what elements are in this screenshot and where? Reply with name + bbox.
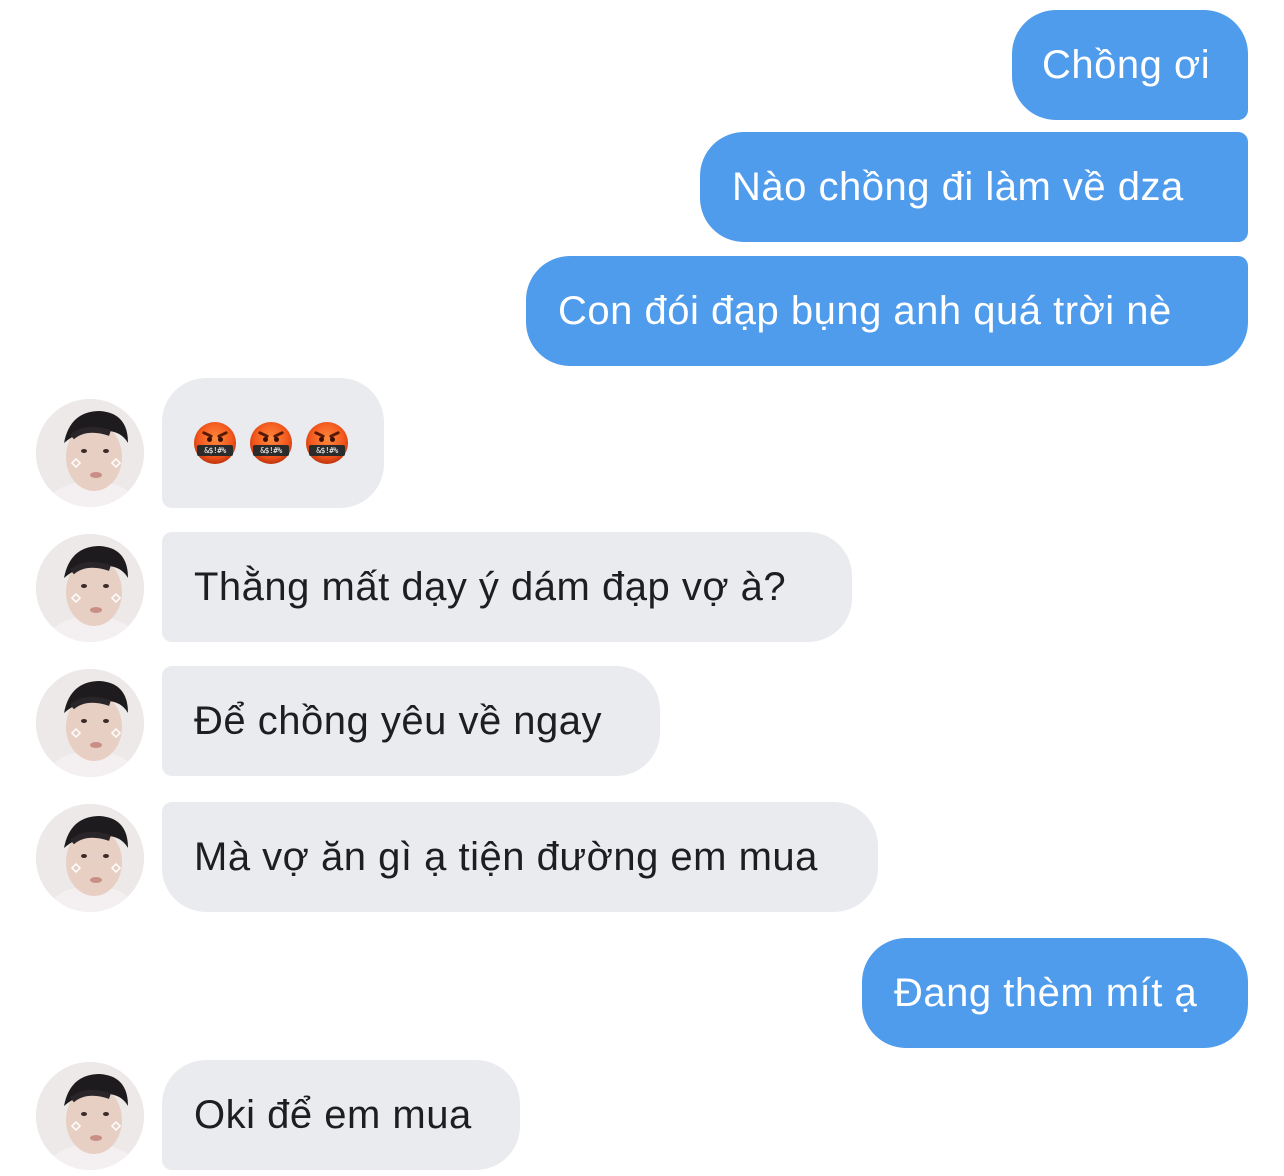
message-text: Con đói đạp bụng anh quá trời nè bbox=[558, 289, 1172, 333]
message-text: Để chồng yêu về ngay bbox=[194, 699, 603, 743]
chat-thread: Chồng ơi Nào chồng đi làm về dza Con đói… bbox=[0, 0, 1284, 1176]
message-text: Chồng ơi bbox=[1042, 43, 1211, 87]
sent-message-bubble[interactable]: Chồng ơi bbox=[1012, 10, 1248, 120]
contact-avatar[interactable] bbox=[36, 804, 144, 912]
message-text: Thằng mất dạy ý dám đạp vợ à? bbox=[194, 565, 787, 609]
contact-avatar[interactable] bbox=[36, 1062, 144, 1170]
sent-message-bubble[interactable]: Đang thèm mít ạ bbox=[862, 938, 1248, 1048]
message-text: Đang thèm mít ạ bbox=[894, 971, 1198, 1015]
face-with-symbols-on-mouth-icon: &$!#% bbox=[250, 422, 292, 464]
message-text: Nào chồng đi làm về dza bbox=[732, 165, 1184, 209]
face-with-symbols-on-mouth-icon: &$!#% bbox=[306, 422, 348, 464]
emoji-symbols: &$!#% bbox=[309, 445, 345, 456]
emoji-symbols: &$!#% bbox=[197, 445, 233, 456]
avatar-photo bbox=[36, 669, 144, 777]
face-with-symbols-on-mouth-icon: &$!#% bbox=[194, 422, 236, 464]
contact-avatar[interactable] bbox=[36, 534, 144, 642]
received-message-bubble[interactable]: Oki để em mua bbox=[162, 1060, 520, 1170]
received-emoji-bubble[interactable]: &$!#% &$!#% &$!#% bbox=[162, 378, 384, 508]
avatar-photo bbox=[36, 1062, 144, 1170]
sent-message-bubble[interactable]: Con đói đạp bụng anh quá trời nè bbox=[526, 256, 1248, 366]
contact-avatar[interactable] bbox=[36, 399, 144, 507]
avatar-photo bbox=[36, 534, 144, 642]
received-message-bubble[interactable]: Mà vợ ăn gì ạ tiện đường em mua bbox=[162, 802, 878, 912]
sent-message-bubble[interactable]: Nào chồng đi làm về dza bbox=[700, 132, 1248, 242]
received-message-bubble[interactable]: Để chồng yêu về ngay bbox=[162, 666, 660, 776]
contact-avatar[interactable] bbox=[36, 669, 144, 777]
avatar-photo bbox=[36, 804, 144, 912]
avatar-photo bbox=[36, 399, 144, 507]
emoji-symbols: &$!#% bbox=[253, 445, 289, 456]
message-text: Mà vợ ăn gì ạ tiện đường em mua bbox=[194, 835, 818, 879]
received-message-bubble[interactable]: Thằng mất dạy ý dám đạp vợ à? bbox=[162, 532, 852, 642]
message-text: Oki để em mua bbox=[194, 1093, 472, 1137]
